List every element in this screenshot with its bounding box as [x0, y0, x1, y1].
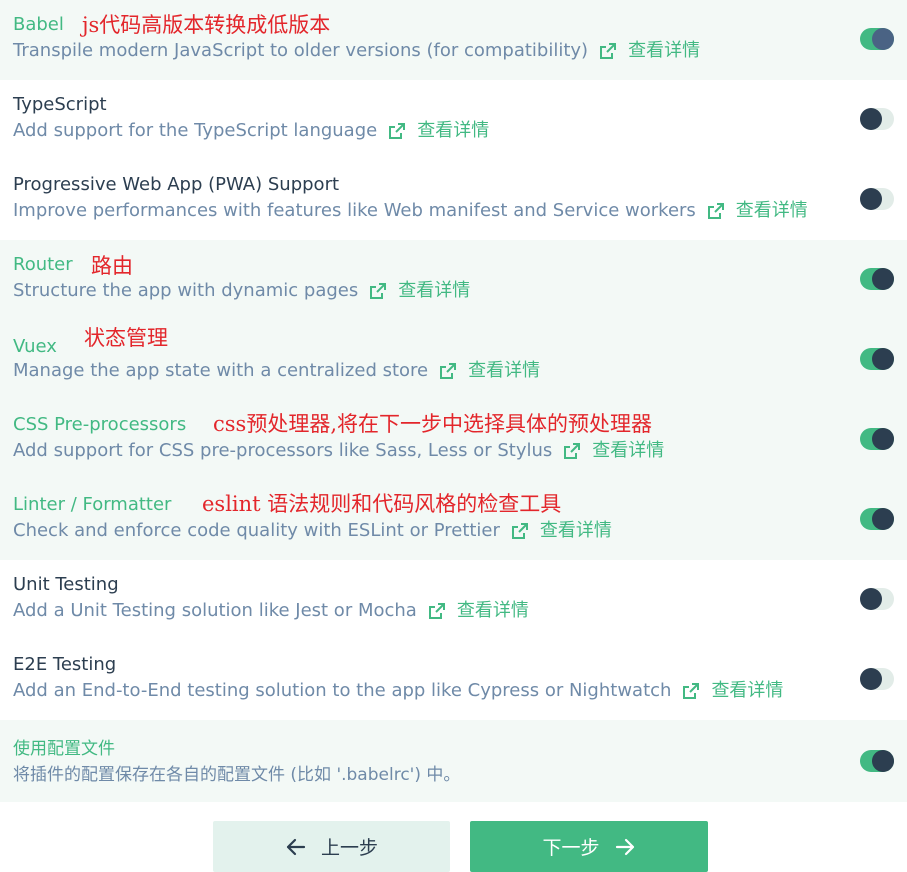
feature-title: Vuex — [13, 336, 57, 357]
toggle-knob — [872, 508, 894, 530]
wizard-footer: 上一步 下一步 — [0, 800, 907, 872]
feature-toggle[interactable] — [860, 348, 894, 370]
external-link-icon[interactable] — [439, 362, 457, 380]
feature-title: Linter / Formatter — [13, 494, 172, 515]
feature-title: Babel — [13, 14, 64, 35]
feature-row-e2e-testing[interactable]: E2E Testing Add an End-to-End testing so… — [0, 640, 907, 720]
more-link[interactable]: 查看详情 — [457, 599, 529, 623]
feature-title: TypeScript — [13, 94, 107, 115]
feature-toggle[interactable] — [860, 108, 894, 130]
annotation-note: js代码高版本转换成低版本 — [82, 13, 331, 37]
toggle-knob — [872, 348, 894, 370]
feature-description-text: Manage the app state with a centralized … — [13, 360, 429, 381]
more-link[interactable]: 查看详情 — [540, 519, 612, 543]
feature-description-text: Transpile modern JavaScript to older ver… — [13, 40, 589, 61]
feature-toggle[interactable] — [860, 508, 894, 530]
annotation-note: 状态管理 — [84, 326, 168, 350]
arrow-right-icon — [615, 838, 634, 855]
feature-title: E2E Testing — [13, 654, 117, 675]
arrow-left-icon — [286, 838, 306, 855]
external-link-icon[interactable] — [682, 682, 700, 700]
feature-row-css-preprocessors[interactable]: CSS Pre-processors css预处理器,将在下一步中选择具体的预处… — [0, 400, 907, 480]
feature-description: Structure the app with dynamic pages 查看详… — [13, 279, 470, 303]
more-link[interactable]: 查看详情 — [468, 359, 540, 383]
toggle-knob — [860, 668, 882, 690]
feature-description: Add support for CSS pre-processors like … — [13, 439, 664, 463]
previous-button[interactable]: 上一步 — [213, 821, 450, 872]
feature-description-text: Add a Unit Testing solution like Jest or… — [13, 600, 417, 621]
feature-toggle[interactable] — [860, 428, 894, 450]
annotation-note: 路由 — [91, 254, 133, 278]
feature-title: Unit Testing — [13, 574, 119, 595]
external-link-icon[interactable] — [563, 442, 581, 460]
toggle-knob — [872, 268, 894, 290]
feature-description-text: Structure the app with dynamic pages — [13, 280, 359, 301]
more-link[interactable]: 查看详情 — [592, 439, 664, 463]
more-link[interactable]: 查看详情 — [711, 679, 783, 703]
feature-row-router[interactable]: Router 路由 Structure the app with dynamic… — [0, 240, 907, 320]
feature-description: Manage the app state with a centralized … — [13, 359, 540, 383]
feature-description-text: Add support for CSS pre-processors like … — [13, 440, 553, 461]
more-link[interactable]: 查看详情 — [398, 279, 470, 303]
feature-toggle[interactable] — [860, 668, 894, 690]
feature-toggle[interactable] — [860, 28, 894, 50]
feature-description: Improve performances with features like … — [13, 199, 808, 223]
toggle-knob — [872, 28, 894, 50]
toggle-knob — [872, 428, 894, 450]
config-files-title: 使用配置文件 — [13, 739, 115, 759]
feature-description: Add support for the TypeScript language … — [13, 119, 489, 143]
config-files-toggle[interactable] — [860, 750, 894, 772]
external-link-icon[interactable] — [369, 282, 387, 300]
feature-row-typescript[interactable]: TypeScript Add support for the TypeScrip… — [0, 80, 907, 160]
feature-row-unit-testing[interactable]: Unit Testing Add a Unit Testing solution… — [0, 560, 907, 640]
feature-list: Babel js代码高版本转换成低版本 Transpile modern Jav… — [0, 0, 907, 802]
feature-description: Add a Unit Testing solution like Jest or… — [13, 599, 529, 623]
more-link[interactable]: 查看详情 — [417, 119, 489, 143]
feature-toggle[interactable] — [860, 588, 894, 610]
toggle-knob — [860, 108, 882, 130]
annotation-note: css预处理器,将在下一步中选择具体的预处理器 — [213, 412, 652, 436]
feature-row-vuex[interactable]: Vuex 状态管理 Manage the app state with a ce… — [0, 320, 907, 400]
feature-toggle[interactable] — [860, 188, 894, 210]
external-link-icon[interactable] — [511, 522, 529, 540]
feature-toggle[interactable] — [860, 268, 894, 290]
previous-button-label: 上一步 — [320, 837, 378, 859]
feature-row-pwa[interactable]: Progressive Web App (PWA) Support Improv… — [0, 160, 907, 240]
next-button-label: 下一步 — [542, 837, 600, 859]
config-files-description-text: 将插件的配置保存在各自的配置文件 (比如 '.babelrc') 中。 — [13, 765, 461, 785]
feature-description-text: Add an End-to-End testing solution to th… — [13, 680, 672, 701]
config-files-row[interactable]: 使用配置文件 将插件的配置保存在各自的配置文件 (比如 '.babelrc') … — [0, 720, 907, 802]
feature-title: Router — [13, 254, 73, 275]
feature-title: Progressive Web App (PWA) Support — [13, 174, 340, 195]
next-button[interactable]: 下一步 — [470, 821, 708, 872]
feature-description-text: Check and enforce code quality with ESLi… — [13, 520, 500, 541]
external-link-icon[interactable] — [388, 122, 406, 140]
feature-description: Transpile modern JavaScript to older ver… — [13, 39, 700, 63]
config-files-description: 将插件的配置保存在各自的配置文件 (比如 '.babelrc') 中。 — [13, 763, 460, 787]
feature-description: Add an End-to-End testing solution to th… — [13, 679, 783, 703]
feature-description: Check and enforce code quality with ESLi… — [13, 519, 612, 543]
feature-row-babel[interactable]: Babel js代码高版本转换成低版本 Transpile modern Jav… — [0, 0, 907, 80]
external-link-icon[interactable] — [428, 602, 446, 620]
feature-title: CSS Pre-processors — [13, 414, 187, 435]
toggle-knob — [872, 750, 894, 772]
more-link[interactable]: 查看详情 — [628, 39, 700, 63]
external-link-icon[interactable] — [599, 42, 617, 60]
feature-description-text: Add support for the TypeScript language — [13, 120, 378, 141]
external-link-icon[interactable] — [707, 202, 725, 220]
more-link[interactable]: 查看详情 — [736, 199, 808, 223]
toggle-knob — [860, 188, 882, 210]
annotation-note: eslint 语法规则和代码风格的检查工具 — [202, 492, 562, 516]
feature-description-text: Improve performances with features like … — [13, 200, 696, 221]
toggle-knob — [860, 588, 882, 610]
feature-row-linter-formatter[interactable]: Linter / Formatter eslint 语法规则和代码风格的检查工具… — [0, 480, 907, 560]
